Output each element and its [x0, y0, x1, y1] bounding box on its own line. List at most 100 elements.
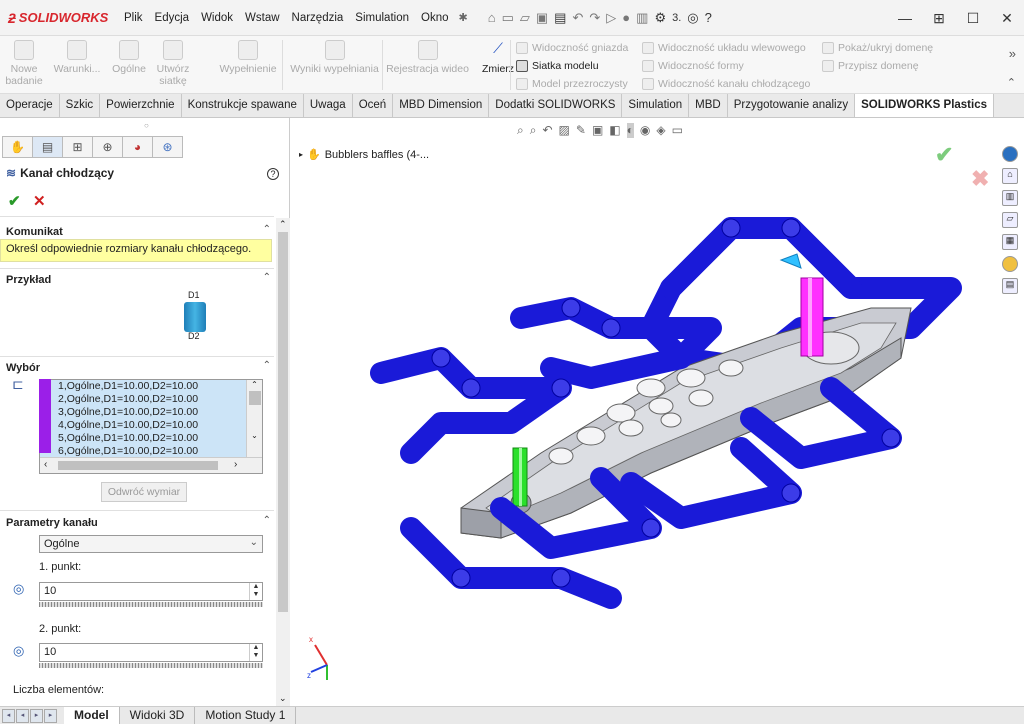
section-view-icon[interactable]: ▨ — [559, 123, 570, 138]
bottom-tab[interactable]: Motion Study 1 — [195, 707, 297, 724]
pin-icon[interactable]: ✱ — [459, 11, 468, 24]
select-icon[interactable]: ▷ — [606, 10, 616, 26]
scroll-up-icon[interactable]: ⌃ — [247, 380, 262, 389]
first-tab-icon[interactable]: ◂ — [2, 708, 15, 723]
ok-button[interactable]: ✔ — [8, 192, 21, 210]
new-document-icon[interactable]: ▭ — [502, 10, 514, 26]
ribbon-button[interactable]: Rejestracja wideo — [385, 36, 470, 94]
channel-type-select[interactable]: Ogólne ⌄ — [39, 535, 263, 553]
chevron-up-icon[interactable]: ⌃ — [263, 515, 271, 526]
appearances-icon[interactable] — [1002, 256, 1018, 272]
list-item[interactable]: 1,Ogólne,D1=10.00,D2=10.00 — [40, 380, 262, 393]
chevron-up-icon[interactable]: ⌃ — [263, 272, 271, 283]
options-gear-icon[interactable]: ⚙ — [654, 10, 666, 26]
menu-item[interactable]: Okno — [415, 12, 455, 24]
list-horizontal-scrollbar[interactable]: ‹ › — [40, 457, 262, 473]
chevron-up-icon[interactable]: ⌃ — [263, 224, 271, 235]
command-tab[interactable]: Powierzchnie — [100, 94, 182, 117]
chevron-up-icon[interactable]: ⌃ — [263, 360, 271, 371]
command-tab[interactable]: MBD Dimension — [393, 94, 490, 117]
help-icon[interactable]: ? — [705, 10, 712, 25]
scroll-thumb[interactable] — [248, 391, 261, 405]
menu-item[interactable]: Simulation — [349, 12, 415, 24]
view-orientation-icon[interactable]: ▣ — [592, 123, 603, 138]
command-tab[interactable]: Szkic — [60, 94, 101, 117]
feature-tree-flyout[interactable]: ▸ ✋ Bubblers baffles (4-... — [299, 148, 429, 162]
ribbon-expand-icon[interactable]: » — [1009, 46, 1016, 61]
rebuild-icon[interactable]: ● — [622, 10, 630, 25]
ribbon-toggle[interactable]: Widoczność formy — [642, 60, 744, 72]
section-example-title[interactable]: Przykład — [6, 274, 51, 286]
bottom-tab[interactable]: Model — [64, 707, 120, 724]
menu-item[interactable]: Widok — [195, 12, 239, 24]
view-settings-icon[interactable]: ▭ — [672, 123, 683, 138]
ribbon-toggle[interactable]: Przypisz domenę — [822, 60, 919, 72]
home-icon[interactable]: ⌂ — [1002, 168, 1018, 184]
design-library-icon[interactable]: ▥ — [1002, 190, 1018, 206]
restore-layout-icon[interactable]: ⊞ — [922, 10, 956, 27]
next-tab-icon[interactable]: ▸ — [30, 708, 43, 723]
flip-dimension-button[interactable]: Odwróć wymiar — [101, 482, 187, 502]
minimize-icon[interactable]: — — [888, 10, 922, 26]
panel-grip[interactable]: ○ — [144, 121, 149, 130]
section-selection-title[interactable]: Wybór — [6, 362, 40, 374]
file-properties-icon[interactable]: ▥ — [636, 10, 648, 26]
ribbon-toggle[interactable]: Model przezroczysty — [516, 78, 628, 90]
file-explorer-icon[interactable]: ▱ — [1002, 212, 1018, 228]
menu-item[interactable]: Edycja — [149, 12, 196, 24]
menu-item[interactable]: Wstaw — [239, 12, 286, 24]
home-icon[interactable]: ⌂ — [488, 10, 496, 25]
print-icon[interactable]: ▤ — [554, 10, 566, 26]
solidworks-resources-icon[interactable] — [1002, 146, 1018, 162]
command-tab[interactable]: Przygotowanie analizy — [728, 94, 856, 117]
command-tab[interactable]: Operacje — [0, 94, 60, 117]
section-message-title[interactable]: Komunikat — [6, 226, 63, 238]
close-icon[interactable]: ✕ — [990, 10, 1024, 27]
panel-scroll-thumb[interactable] — [278, 232, 288, 612]
list-vertical-scrollbar[interactable]: ⌃ ⌄ — [246, 380, 262, 457]
scroll-down-icon[interactable]: ⌄ — [247, 431, 262, 440]
scroll-left-icon[interactable]: ‹ — [44, 459, 47, 470]
graphics-area[interactable]: ⌕ ⌕ ↶ ▨ ✎ ▣ ◧ ◐ ◉ ◈ ▭ ▸ ✋ Bubblers baffl… — [291, 118, 1024, 706]
ribbon-collapse-icon[interactable]: ⌃ — [1007, 76, 1016, 89]
last-tab-icon[interactable]: ▸ — [44, 708, 57, 723]
mold-model-view[interactable] — [351, 208, 991, 648]
help-icon[interactable]: ? — [267, 168, 279, 180]
command-tab[interactable]: SOLIDWORKS Plastics — [855, 94, 994, 117]
scroll-up-icon[interactable]: ⌃ — [279, 219, 287, 230]
point2-stepper[interactable]: ▲ ▼ — [249, 644, 262, 661]
prev-tab-icon[interactable]: ◂ — [16, 708, 29, 723]
maximize-icon[interactable]: ☐ — [956, 10, 990, 27]
edit-appearance-icon[interactable]: ◉ — [640, 123, 650, 138]
dynamic-annotation-icon[interactable]: ✎ — [576, 123, 586, 138]
point1-slider[interactable] — [39, 602, 263, 607]
ribbon-button[interactable]: Ogólne — [104, 36, 154, 94]
ribbon-button[interactable]: Utwórz siatkę — [148, 36, 198, 94]
point1-input[interactable]: 10 ▲ ▼ — [39, 582, 263, 601]
previous-view-icon[interactable]: ↶ — [542, 123, 552, 138]
cancel-button[interactable]: ✕ — [33, 192, 46, 210]
configuration-manager-tab-icon[interactable]: ⊞ — [62, 136, 93, 158]
list-item[interactable]: 2,Ogólne,D1=10.00,D2=10.00 — [40, 393, 262, 406]
point2-input[interactable]: 10 ▲ ▼ — [39, 643, 263, 662]
scroll-down-icon[interactable]: ⌄ — [279, 693, 287, 704]
bottom-tab[interactable]: Widoki 3D — [120, 707, 196, 724]
ribbon-toggle[interactable]: Pokaż/ukryj domenę — [822, 42, 933, 54]
ribbon-button[interactable]: Warunki... — [52, 36, 102, 94]
open-icon[interactable]: ▱ — [520, 10, 530, 26]
undo-icon[interactable]: ↶ — [572, 10, 583, 26]
zoom-to-fit-icon[interactable]: ⌕ — [517, 123, 524, 138]
display-manager-tab-icon[interactable]: ◕ — [122, 136, 153, 158]
solidworks-logo[interactable]: ƻ SOLIDWORKS — [8, 10, 108, 26]
ribbon-toggle[interactable]: Widoczność układu wlewowego — [642, 42, 806, 54]
panel-scrollbar[interactable]: ⌃ ⌄ — [276, 218, 290, 706]
search-text[interactable]: 3. — [672, 12, 681, 24]
ribbon-toggle[interactable]: Siatka modelu — [516, 60, 599, 72]
view-palette-icon[interactable]: ▦ — [1002, 234, 1018, 250]
dimxpert-tab-icon[interactable]: ⊕ — [92, 136, 123, 158]
list-item[interactable]: 4,Ogólne,D1=10.00,D2=10.00 — [40, 419, 262, 432]
command-tab[interactable]: Konstrukcje spawane — [182, 94, 304, 117]
apply-scene-icon[interactable]: ◈ — [656, 123, 665, 138]
custom-properties-icon[interactable]: ▤ — [1002, 278, 1018, 294]
point1-stepper[interactable]: ▲ ▼ — [249, 583, 262, 600]
